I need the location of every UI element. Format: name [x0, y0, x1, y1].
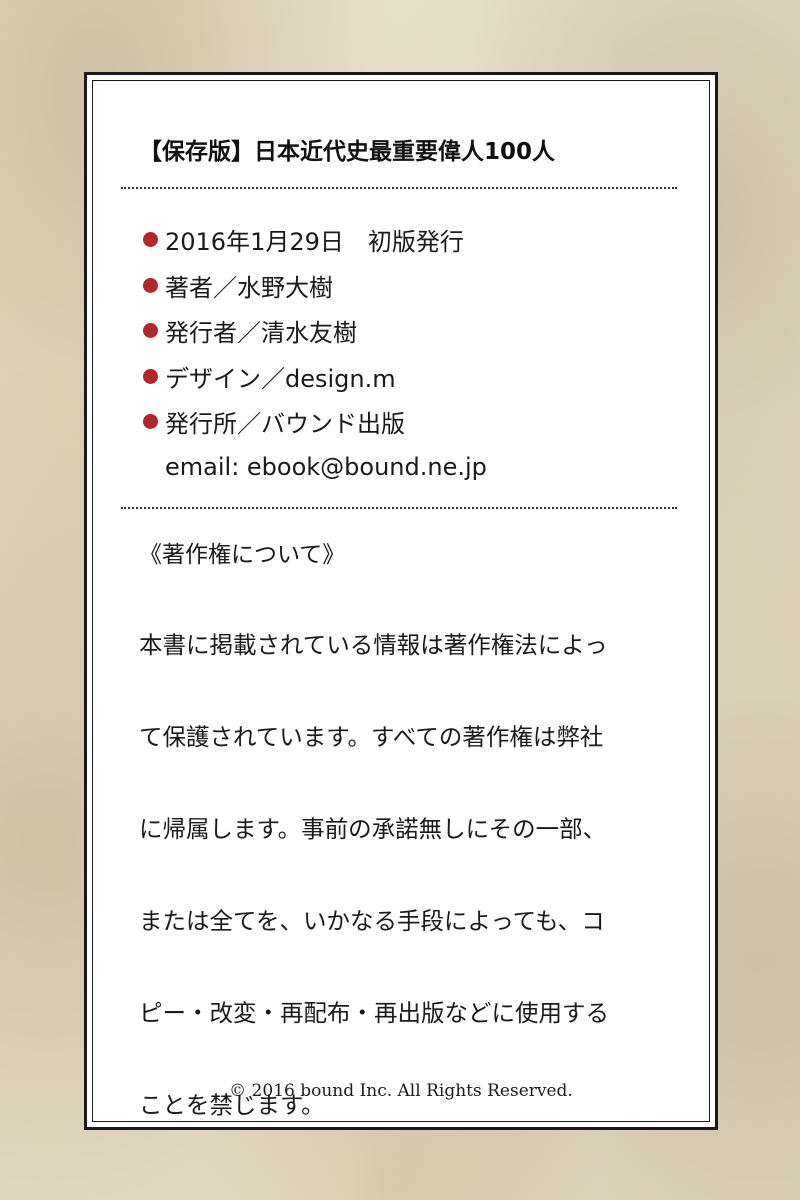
bullet-spacer: [143, 460, 158, 475]
bullet-icon: [143, 414, 158, 430]
copyright-line: または全てを、いかなる手段によっても、コ: [139, 907, 605, 935]
info-email-text: email: ebook@bound.ne.jp: [165, 453, 487, 482]
bullet-icon: [143, 368, 158, 384]
info-item-design: デザイン／design.m: [143, 354, 487, 400]
info-item-date: 2016年1月29日 初版発行: [143, 217, 487, 263]
book-title: 【保存版】日本近代史最重要偉人100人: [139, 139, 556, 165]
copyright-line: ピー・改変・再配布・再出版などに使用する: [139, 999, 609, 1027]
copyright-line: に帰属します。事前の承諾無しにその一部、: [139, 815, 607, 843]
info-item-author: 著者／水野大樹: [143, 263, 487, 309]
colophon-card: 【保存版】日本近代史最重要偉人100人 2016年1月29日 初版発行 著者／水…: [84, 72, 718, 1130]
copyright-line: 本書に掲載されている情報は著作権法によっ: [139, 631, 608, 659]
info-item-publisher: 発行者／清水友樹: [143, 308, 487, 354]
copyright-heading: 《著作権について》: [139, 542, 346, 568]
info-publishing-house-text: 発行所／バウンド出版: [165, 410, 405, 439]
info-item-email: email: ebook@bound.ne.jp: [143, 445, 487, 491]
info-item-publishing-house: 発行所／バウンド出版: [143, 399, 487, 445]
info-date-text: 2016年1月29日 初版発行: [165, 228, 464, 257]
dotted-divider-top: [121, 187, 677, 189]
info-author-text: 著者／水野大樹: [165, 273, 333, 302]
info-publisher-text: 発行者／清水友樹: [165, 319, 357, 348]
bullet-icon: [143, 277, 158, 293]
bullet-icon: [143, 232, 158, 248]
info-design-text: デザイン／design.m: [165, 364, 396, 393]
bullet-icon: [143, 323, 158, 339]
footer-copyright: © 2016 bound Inc. All Rights Reserved.: [229, 1081, 573, 1101]
copyright-line: て保護されています。すべての著作権は弊社: [139, 723, 604, 751]
publication-info-list: 2016年1月29日 初版発行 著者／水野大樹 発行者／清水友樹 デザイン／de…: [143, 217, 487, 490]
dotted-divider-bottom: [121, 507, 677, 509]
